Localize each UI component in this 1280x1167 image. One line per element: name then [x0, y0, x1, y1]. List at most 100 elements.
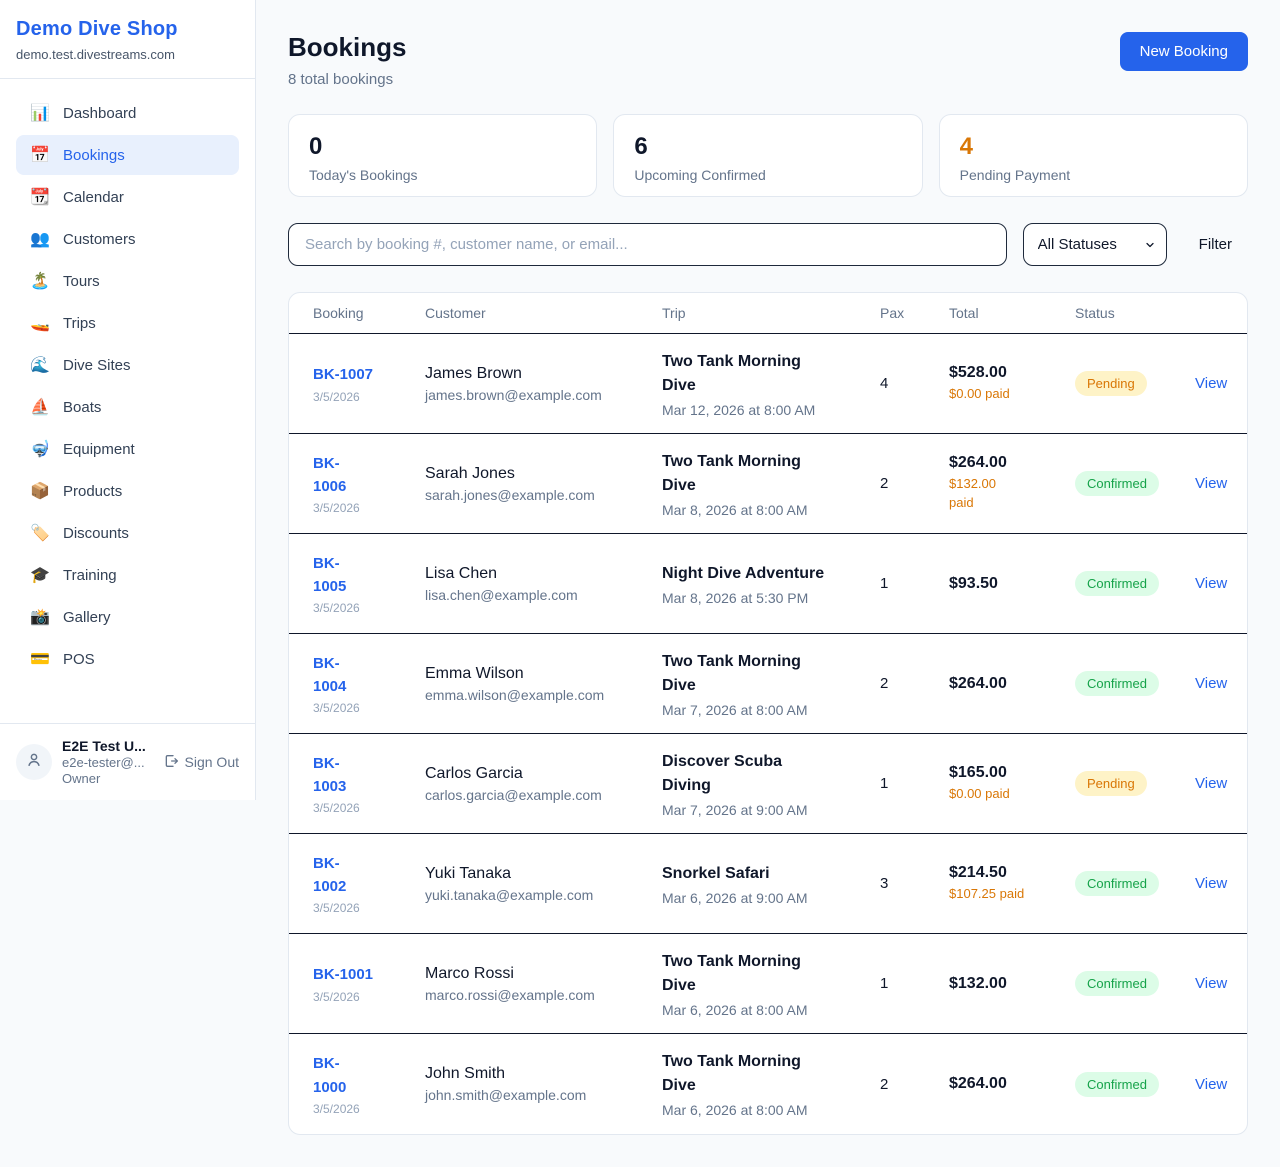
- sidebar-item-label: Customers: [63, 231, 136, 248]
- customer-name: Lisa Chen: [425, 565, 662, 583]
- view-link[interactable]: View: [1195, 475, 1227, 492]
- sidebar-item-calendar[interactable]: 📆Calendar: [16, 177, 239, 217]
- island-icon: 🏝️: [30, 271, 50, 291]
- stat-label: Upcoming Confirmed: [634, 167, 901, 183]
- trip-name: Snorkel Safari: [662, 862, 880, 886]
- status-cell: Pending: [1075, 371, 1195, 396]
- sidebar-item-products[interactable]: 📦Products: [16, 471, 239, 511]
- booking-date: 3/5/2026: [313, 390, 425, 404]
- booking-date: 3/5/2026: [313, 601, 425, 615]
- sidebar-item-training[interactable]: 🎓Training: [16, 555, 239, 595]
- booking-date: 3/5/2026: [313, 701, 425, 715]
- avatar: [16, 744, 52, 780]
- sidebar-item-pos[interactable]: 💳POS: [16, 639, 239, 679]
- bookings-table: BookingCustomerTripPaxTotalStatus BK-100…: [288, 292, 1248, 1135]
- trip-name: Two Tank Morning Dive: [662, 450, 880, 498]
- total-amount: $214.50: [949, 864, 1075, 882]
- total-bookings-count: 8 total bookings: [288, 71, 406, 88]
- new-booking-button[interactable]: New Booking: [1120, 32, 1248, 71]
- search-input[interactable]: [288, 223, 1007, 266]
- diving-mask-icon: 🤿: [30, 439, 50, 459]
- view-link[interactable]: View: [1195, 675, 1227, 692]
- trip-name: Night Dive Adventure: [662, 562, 880, 586]
- booking-id-link[interactable]: BK-1007: [313, 363, 425, 386]
- status-cell: Pending: [1075, 771, 1195, 796]
- trip-cell: Two Tank Morning DiveMar 8, 2026 at 8:00…: [662, 450, 880, 518]
- user-name: E2E Test U...: [62, 738, 153, 754]
- view-link[interactable]: View: [1195, 975, 1227, 992]
- stat-value: 6: [634, 133, 901, 161]
- total-amount: $264.00: [949, 454, 1075, 472]
- person-icon: [25, 751, 43, 774]
- sidebar-item-label: Dive Sites: [63, 357, 131, 374]
- sign-out-button[interactable]: Sign Out: [163, 753, 239, 772]
- stats-row: 0Today's Bookings6Upcoming Confirmed4Pen…: [288, 114, 1248, 197]
- view-link[interactable]: View: [1195, 875, 1227, 892]
- page-title: Bookings: [288, 32, 406, 63]
- sidebar-item-dashboard[interactable]: 📊Dashboard: [16, 93, 239, 133]
- view-link[interactable]: View: [1195, 775, 1227, 792]
- paid-amount: $107.25 paid: [949, 885, 1039, 904]
- booking-date: 3/5/2026: [313, 1102, 425, 1116]
- filter-button[interactable]: Filter: [1199, 236, 1232, 253]
- stat-label: Today's Bookings: [309, 167, 576, 183]
- sidebar-item-tours[interactable]: 🏝️Tours: [16, 261, 239, 301]
- pax-count: 2: [880, 675, 949, 692]
- sidebar-item-label: Gallery: [63, 609, 111, 626]
- sidebar-item-boats[interactable]: ⛵Boats: [16, 387, 239, 427]
- status-badge: Confirmed: [1075, 471, 1159, 496]
- sailboat-icon: ⛵: [30, 397, 50, 417]
- status-filter-select[interactable]: All Statuses: [1023, 223, 1167, 266]
- view-link[interactable]: View: [1195, 1076, 1227, 1093]
- booking-date: 3/5/2026: [313, 901, 425, 915]
- table-row: BK-10073/5/2026James Brownjames.brown@ex…: [289, 334, 1247, 434]
- sidebar-item-bookings[interactable]: 📅Bookings: [16, 135, 239, 175]
- booking-date: 3/5/2026: [313, 801, 425, 815]
- status-badge: Pending: [1075, 771, 1147, 796]
- table-header-row: BookingCustomerTripPaxTotalStatus: [289, 293, 1247, 334]
- package-icon: 📦: [30, 481, 50, 501]
- customer-email: lisa.chen@example.com: [425, 587, 662, 603]
- sidebar-item-equipment[interactable]: 🤿Equipment: [16, 429, 239, 469]
- customer-name: Yuki Tanaka: [425, 865, 662, 883]
- total-amount: $264.00: [949, 1075, 1075, 1093]
- trip-datetime: Mar 7, 2026 at 9:00 AM: [662, 802, 880, 818]
- view-link[interactable]: View: [1195, 375, 1227, 392]
- customer-cell: Marco Rossimarco.rossi@example.com: [425, 965, 662, 1003]
- sidebar-item-discounts[interactable]: 🏷️Discounts: [16, 513, 239, 553]
- credit-card-icon: 💳: [30, 649, 50, 669]
- sidebar-item-trips[interactable]: 🚤Trips: [16, 303, 239, 343]
- booking-id-link[interactable]: BK- 1002: [313, 852, 425, 899]
- paid-amount: $0.00 paid: [949, 785, 1039, 804]
- trip-datetime: Mar 6, 2026 at 9:00 AM: [662, 890, 880, 906]
- table-row: BK- 10023/5/2026Yuki Tanakayuki.tanaka@e…: [289, 834, 1247, 934]
- sidebar-item-customers[interactable]: 👥Customers: [16, 219, 239, 259]
- status-cell: Confirmed: [1075, 471, 1195, 496]
- booking-id-link[interactable]: BK- 1006: [313, 452, 425, 499]
- trip-cell: Discover Scuba DivingMar 7, 2026 at 9:00…: [662, 750, 880, 818]
- view-link[interactable]: View: [1195, 575, 1227, 592]
- sidebar-item-gallery[interactable]: 📸Gallery: [16, 597, 239, 637]
- booking-id-link[interactable]: BK- 1000: [313, 1052, 425, 1099]
- table-body: BK-10073/5/2026James Brownjames.brown@ex…: [289, 334, 1247, 1134]
- pax-count: 2: [880, 475, 949, 492]
- trip-datetime: Mar 12, 2026 at 8:00 AM: [662, 402, 880, 418]
- page-header: Bookings 8 total bookings New Booking: [288, 32, 1248, 88]
- customer-cell: Lisa Chen lisa.chen@example.com: [425, 565, 662, 603]
- stat-value: 0: [309, 133, 576, 161]
- booking-id-link[interactable]: BK- 1005: [313, 552, 425, 599]
- total-cell: $264.00: [949, 1075, 1075, 1093]
- pax-count: 2: [880, 1076, 949, 1093]
- status-badge: Confirmed: [1075, 1072, 1159, 1097]
- booking-id-link[interactable]: BK- 1003: [313, 752, 425, 799]
- customer-email: john.smith@example.com: [425, 1087, 662, 1103]
- trip-cell: Two Tank Morning DiveMar 7, 2026 at 8:00…: [662, 650, 880, 718]
- column-header-booking: Booking: [313, 305, 425, 321]
- booking-id-link[interactable]: BK- 1004: [313, 652, 425, 699]
- booking-id-link[interactable]: BK-1001: [313, 963, 425, 986]
- sidebar-item-dive-sites[interactable]: 🌊Dive Sites: [16, 345, 239, 385]
- sidebar-item-label: Dashboard: [63, 105, 136, 122]
- tag-icon: 🏷️: [30, 523, 50, 543]
- trip-name: Two Tank Morning Dive: [662, 350, 880, 398]
- status-badge: Pending: [1075, 371, 1147, 396]
